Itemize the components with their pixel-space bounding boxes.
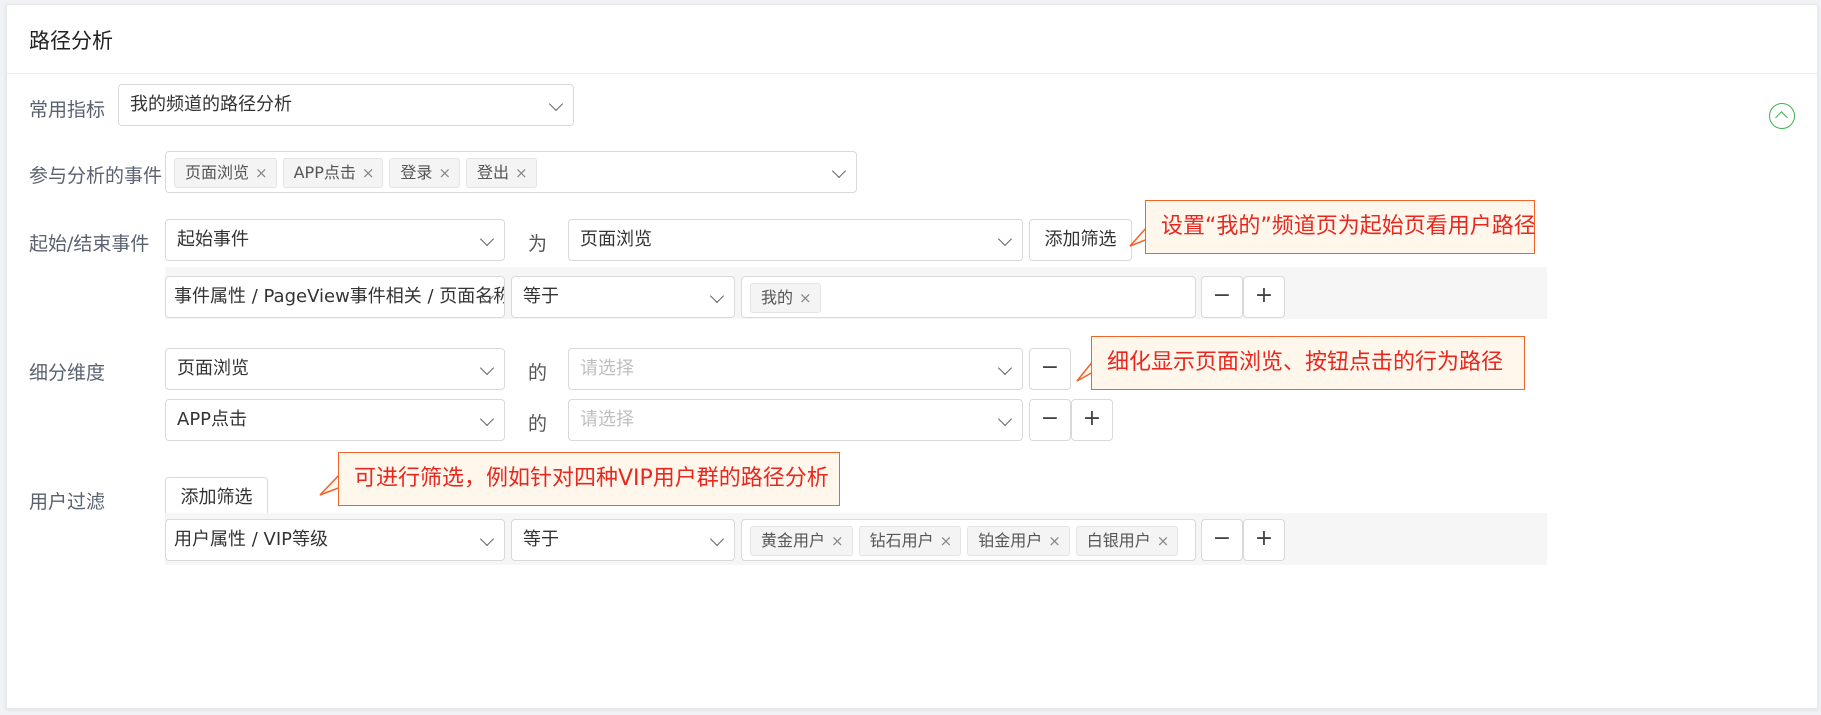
dimension-event-select[interactable]: 页面浏览	[165, 348, 505, 390]
chevron-down-icon	[997, 231, 1013, 247]
panel-header: 路径分析	[7, 5, 1817, 74]
vip-tag: 钻石用户 ×	[858, 526, 962, 556]
path-analysis-panel: 路径分析 常用指标 我的频道的路径分析 参与分析的事件 页面浏览 × APP点击 ×…	[6, 4, 1818, 709]
close-icon[interactable]: ×	[1157, 527, 1170, 555]
user-property-select[interactable]: 用户属性 / VIP等级	[165, 519, 505, 561]
close-icon[interactable]: ×	[799, 284, 812, 312]
start-end-label: 起始/结束事件	[29, 233, 150, 255]
event-tag: 登录 ×	[389, 158, 461, 188]
common-metric-select[interactable]: 我的频道的路径分析	[118, 84, 574, 126]
close-icon[interactable]: ×	[362, 159, 375, 187]
chevron-down-icon	[479, 531, 495, 547]
dimension-label: 细分维度	[29, 362, 106, 384]
add-dimension-button[interactable]: +	[1071, 399, 1113, 441]
filter-value-multiselect[interactable]: 我的 ×	[741, 276, 1196, 318]
close-icon[interactable]: ×	[1048, 527, 1061, 555]
connector-text: 的	[528, 413, 548, 435]
page-title: 路径分析	[29, 29, 113, 53]
chevron-down-icon	[831, 163, 847, 179]
chevron-down-icon	[997, 360, 1013, 376]
remove-user-filter-button[interactable]: −	[1201, 519, 1243, 561]
connector-text: 的	[528, 362, 548, 384]
common-metric-value: 我的频道的路径分析	[130, 94, 292, 115]
chevron-down-icon	[709, 531, 725, 547]
chevron-down-icon	[997, 411, 1013, 427]
user-operator-select[interactable]: 等于	[511, 519, 735, 561]
add-filter-button[interactable]: 添加筛选	[1029, 219, 1132, 261]
events-label: 参与分析的事件	[29, 165, 163, 187]
chevron-down-icon	[479, 360, 495, 376]
chevron-down-icon	[479, 231, 495, 247]
dimension-property-select[interactable]: 请选择	[568, 348, 1023, 390]
filter-operator-select[interactable]: 等于	[511, 276, 735, 318]
events-multiselect[interactable]: 页面浏览 × APP点击 × 登录 × 登出 ×	[165, 151, 857, 193]
connector-text: 为	[528, 233, 548, 255]
vip-tag: 铂金用户 ×	[967, 526, 1070, 556]
chevron-down-icon	[709, 288, 725, 304]
user-filter-label: 用户过滤	[29, 491, 106, 513]
vip-tag: 白银用户 ×	[1075, 526, 1179, 556]
dimension-event-select[interactable]: APP点击	[165, 399, 505, 441]
vip-tag: 黄金用户 ×	[750, 526, 853, 556]
start-page-callout: 设置“我的”频道页为起始页看用户路径	[1145, 200, 1536, 254]
common-metric-label: 常用指标	[29, 99, 106, 121]
event-tag: APP点击 ×	[282, 158, 384, 188]
event-tag: 页面浏览 ×	[174, 158, 277, 188]
close-icon[interactable]: ×	[940, 527, 953, 555]
chevron-down-icon	[548, 96, 564, 112]
collapse-up-icon[interactable]	[1769, 103, 1795, 129]
user-value-multiselect[interactable]: 黄金用户 × 钻石用户 × 铂金用户 × 白银用户 ×	[741, 519, 1196, 561]
value-tag: 我的 ×	[750, 283, 821, 313]
start-end-type-select[interactable]: 起始事件	[165, 219, 505, 261]
close-icon[interactable]: ×	[831, 527, 844, 555]
event-tag: 登出 ×	[466, 158, 537, 188]
user-filter-callout: 可进行筛选，例如针对四种VIP用户群的路径分析	[338, 452, 840, 506]
remove-filter-button[interactable]: −	[1201, 276, 1243, 318]
remove-dimension-button[interactable]: −	[1029, 348, 1071, 390]
dimension-callout: 细化显示页面浏览、按钮点击的行为路径	[1091, 336, 1525, 390]
dimension-property-select[interactable]: 请选择	[568, 399, 1023, 441]
close-icon[interactable]: ×	[255, 159, 268, 187]
remove-dimension-button[interactable]: −	[1029, 399, 1071, 441]
add-user-condition-button[interactable]: +	[1243, 519, 1285, 561]
add-condition-button[interactable]: +	[1243, 276, 1285, 318]
close-icon[interactable]: ×	[515, 159, 528, 187]
close-icon[interactable]: ×	[438, 159, 451, 187]
chevron-down-icon	[479, 411, 495, 427]
filter-property-select[interactable]: 事件属性 / PageView事件相关 / 页面名称	[165, 276, 505, 318]
start-event-select[interactable]: 页面浏览	[568, 219, 1023, 261]
